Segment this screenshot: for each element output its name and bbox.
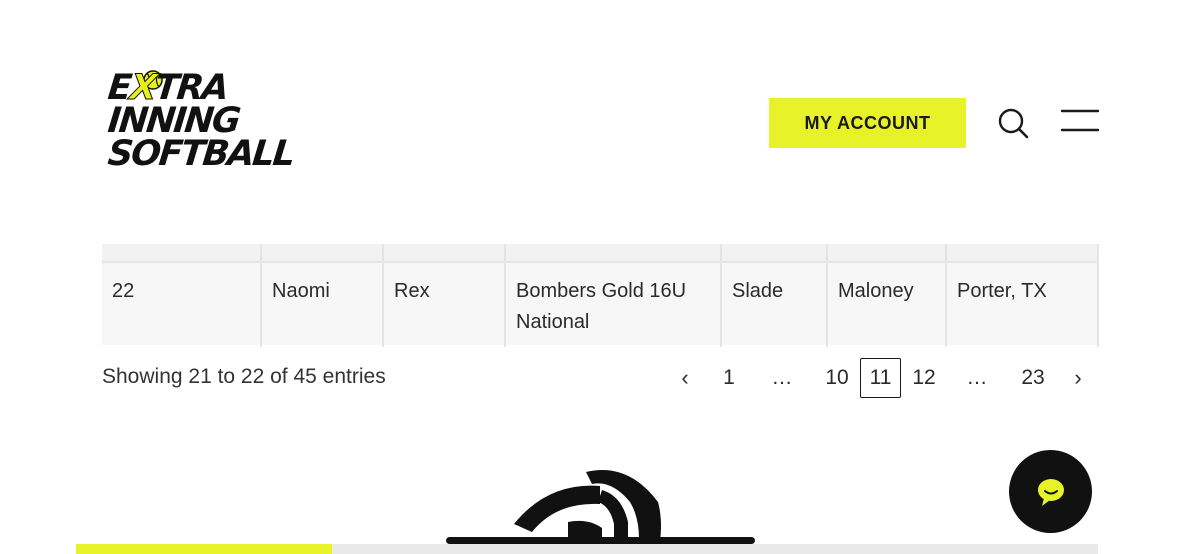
cell-team: Bombers Gold 16U National [504,263,720,347]
cell-divider [260,244,262,261]
hamburger-menu-icon[interactable] [1060,108,1100,134]
cell-divider [1097,244,1099,261]
cell-divider [382,244,384,261]
site-logo[interactable]: EXTRA INNING SOFTBALL [105,68,298,178]
pagination-page-11-current[interactable]: 11 [860,358,901,398]
cell-coach-first: Slade [720,263,826,347]
pagination-page-10[interactable]: 10 [818,358,856,398]
pagination-page-1[interactable]: 1 [714,358,744,398]
cell-divider [945,244,947,261]
pagination-ellipsis: … [966,366,988,389]
pagination-prev-icon[interactable]: ‹ [674,358,696,398]
my-account-button[interactable]: MY ACCOUNT [769,98,966,148]
cell-divider [504,244,506,261]
pagination-page-12[interactable]: 12 [905,358,943,398]
cell-location: Porter, TX [945,263,1097,347]
search-icon[interactable] [996,106,1030,140]
pagination-page-23[interactable]: 23 [1013,358,1053,398]
entries-table: 22 Naomi Rex Bombers Gold 16U National S… [102,244,1099,347]
table-row: 22 Naomi Rex Bombers Gold 16U National S… [102,261,1099,347]
page-progress-bar [76,544,1098,554]
cell-divider [720,244,722,261]
logo-line-softball: SOFTBALL [105,134,296,174]
cell-last-name: Rex [382,263,504,347]
cell-number: 22 [112,280,135,302]
table-row-previous-partial [102,244,1099,261]
cell-divider [826,244,828,261]
pagination-next-icon[interactable]: › [1067,358,1089,398]
page-progress-fill [76,544,332,554]
cell-divider [1097,263,1099,347]
home-indicator [446,537,755,544]
chat-bubble-icon [1037,478,1064,506]
cell-first-name: Naomi [260,263,382,347]
entries-info: Showing 21 to 22 of 45 entries [102,365,386,388]
pagination-ellipsis: … [771,366,793,389]
chat-button[interactable] [1009,450,1092,533]
cell-coach-last: Maloney [826,263,945,347]
